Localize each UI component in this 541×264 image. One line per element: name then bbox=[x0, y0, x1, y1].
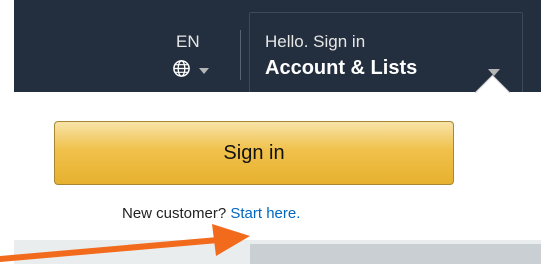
caret-down-icon bbox=[199, 68, 209, 74]
nav-divider bbox=[240, 30, 241, 80]
greeting-text: Hello. Sign in bbox=[265, 32, 366, 51]
language-selector[interactable]: EN bbox=[170, 32, 230, 82]
signin-button-label: Sign in bbox=[223, 141, 285, 164]
content-band bbox=[250, 244, 541, 264]
account-lists-label[interactable]: Account & Lists bbox=[265, 57, 417, 80]
caret-down-icon[interactable] bbox=[488, 69, 500, 76]
start-here-link[interactable]: Start here. bbox=[230, 205, 300, 222]
account-lists-menu[interactable] bbox=[249, 12, 523, 96]
signin-button[interactable]: Sign in bbox=[54, 121, 454, 185]
new-customer-prompt: New customer? Start here. bbox=[122, 205, 300, 222]
new-customer-text: New customer? bbox=[122, 205, 231, 222]
globe-icon bbox=[173, 60, 190, 77]
language-code: EN bbox=[176, 32, 200, 51]
